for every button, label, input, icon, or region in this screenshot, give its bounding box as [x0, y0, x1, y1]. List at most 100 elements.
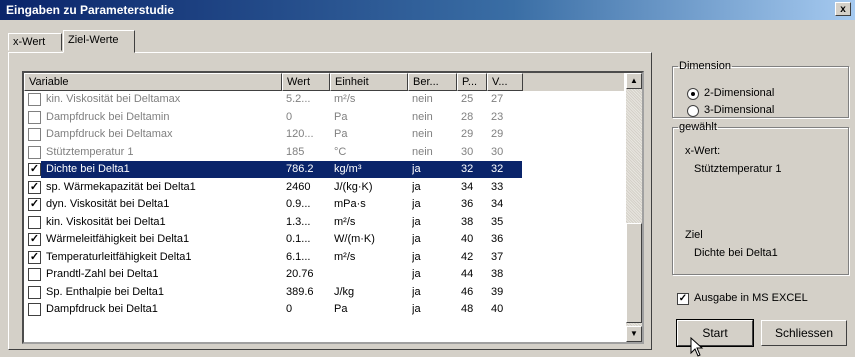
row-checkbox[interactable]: ✓ [28, 163, 41, 176]
cell-variable: Dichte bei Delta1 [46, 163, 130, 175]
cell-einheit: m²/s [334, 250, 356, 263]
cell-ber: nein [412, 145, 433, 158]
tab-ziel-werte[interactable]: Ziel-Werte [63, 30, 135, 53]
xwert-value: Stütztemperatur 1 [694, 163, 782, 175]
cell-wert: 1.3... [286, 215, 311, 228]
table-row[interactable]: Dampfdruck bei Delta1 0 Pa ja 48 40 [24, 301, 624, 319]
cell-ber: ja [412, 268, 421, 280]
table-row[interactable]: kin. Viskosität bei Delta1 1.3... m²/s ja 38… [24, 214, 624, 232]
dimension-legend: Dimension [679, 60, 731, 72]
cell-wert: 0 [286, 110, 293, 123]
cell-variable: Dampfdruck bei Deltamin [46, 110, 170, 123]
cell-ber: ja [412, 303, 421, 315]
cell-variable: Stütztemperatur 1 [46, 145, 134, 158]
row-checkbox[interactable] [28, 303, 41, 316]
column-header-variable[interactable]: Variable [24, 73, 282, 91]
column-header-einheit[interactable]: Einheit [330, 73, 408, 91]
row-checkbox[interactable] [28, 215, 41, 229]
cell-einheit: m²/s [334, 93, 356, 105]
table-row[interactable]: Dampfdruck bei Deltamin 0 Pa nein 28 23 [24, 109, 624, 127]
cell-p: 29 [461, 128, 474, 140]
row-checkbox[interactable] [28, 268, 41, 281]
row-checkbox[interactable] [28, 93, 41, 106]
cell-v: 23 [491, 110, 504, 123]
cell-variable: kin. Viskosität bei Delta1 [46, 215, 166, 228]
variables-list[interactable]: Variable Wert Einheit Ber... P... V... k… [22, 71, 644, 344]
cell-einheit: Pa [334, 303, 348, 315]
table-row[interactable]: Stütztemperatur 1 185 °C nein 30 30 [24, 144, 624, 162]
row-checkbox[interactable]: ✓ [28, 233, 41, 246]
selection-legend: gewählt [679, 121, 717, 133]
row-checkbox[interactable]: ✓ [28, 198, 41, 211]
cell-variable: Sp. Enthalpie bei Delta1 [46, 285, 165, 298]
row-checkbox[interactable]: ✓ [28, 250, 41, 264]
cell-variable: kin. Viskosität bei Deltamax [46, 93, 181, 105]
cell-v: 40 [491, 303, 504, 315]
radio-label: 2-Dimensional [704, 87, 775, 99]
mouse-cursor-icon [690, 337, 704, 357]
start-button[interactable]: Start [676, 319, 754, 347]
table-row[interactable]: ✓ Wärmeleitfähigkeit bei Delta1 0.1... W/(m… [24, 231, 624, 249]
row-checkbox[interactable] [28, 128, 41, 141]
close-button[interactable]: x [835, 2, 851, 16]
cell-v: 39 [491, 285, 504, 298]
row-checkbox[interactable] [28, 145, 41, 159]
cell-ber: ja [412, 285, 421, 298]
selection-group: gewählt x-Wert: Stütztemperatur 1 Ziel D… [672, 121, 849, 275]
column-header-wert[interactable]: Wert [282, 73, 330, 91]
cell-wert: 20.76 [286, 268, 314, 280]
cell-wert: 786.2 [286, 163, 314, 175]
cell-v: 32 [491, 163, 504, 175]
column-header-p[interactable]: P... [457, 73, 487, 91]
scroll-down-button[interactable]: ▼ [626, 326, 642, 342]
scroll-up-button[interactable]: ▲ [626, 73, 642, 89]
cell-v: 30 [491, 145, 504, 158]
radio-dot [687, 88, 699, 100]
column-header-ber[interactable]: Ber... [408, 73, 457, 91]
cell-einheit: °C [334, 145, 347, 158]
table-row[interactable]: ✓ sp. Wärmekapazität bei Delta1 2460 J/(kg·… [24, 179, 624, 197]
cell-ber: nein [412, 93, 433, 105]
table-row[interactable]: ✓ Dichte bei Delta1 786.2 kg/m³ ja 32 32 [24, 161, 624, 179]
cell-p: 36 [461, 198, 474, 210]
cell-p: 25 [461, 93, 474, 105]
title-bar: Eingaben zu Parameterstudie x [0, 0, 855, 20]
close-dialog-button[interactable]: Schliessen [761, 320, 847, 346]
cell-wert: 185 [286, 145, 305, 158]
table-row[interactable]: Prandtl-Zahl bei Delta1 20.76 ja 44 38 [24, 266, 624, 284]
cell-v: 37 [491, 250, 504, 263]
cell-variable: Temperaturleitfähigkeit Delta1 [46, 250, 192, 263]
tab-x-wert[interactable]: x-Wert [8, 33, 62, 51]
cell-p: 40 [461, 233, 474, 245]
row-checkbox[interactable] [28, 110, 41, 124]
cell-p: 32 [461, 163, 474, 175]
cell-variable: Prandtl-Zahl bei Delta1 [46, 268, 159, 280]
table-row[interactable]: kin. Viskosität bei Deltamax 5.2... m²/s ne… [24, 91, 624, 109]
radio-label: 3-Dimensional [704, 104, 775, 116]
table-row[interactable]: Dampfdruck bei Deltamax 120... Pa nein 29 29 [24, 126, 624, 144]
cell-ber: nein [412, 128, 433, 140]
table-row[interactable]: ✓ Temperaturleitfähigkeit Delta1 6.1... m²/… [24, 249, 624, 267]
table-row[interactable]: Sp. Enthalpie bei Delta1 389.6 J/kg ja 46 39 [24, 284, 624, 302]
list-rows: kin. Viskosität bei Deltamax 5.2... m²/s ne… [24, 91, 624, 319]
row-checkbox[interactable]: ✓ [28, 180, 41, 194]
row-checkbox[interactable] [28, 285, 41, 299]
cell-einheit: J/kg [334, 285, 355, 298]
cell-ber: ja [412, 163, 421, 175]
vertical-scrollbar[interactable]: ▲ ▼ [626, 73, 642, 342]
cell-einheit: m²/s [334, 215, 356, 228]
cell-v: 34 [491, 198, 504, 210]
column-header-v[interactable]: V... [487, 73, 523, 91]
cell-v: 36 [491, 233, 504, 245]
excel-output-label: Ausgabe in MS EXCEL [694, 292, 808, 304]
cell-p: 44 [461, 268, 474, 280]
cell-variable: dyn. Viskosität bei Delta1 [46, 198, 170, 210]
table-row[interactable]: ✓ dyn. Viskosität bei Delta1 0.9... mPa·s ja… [24, 196, 624, 214]
ziel-label: Ziel [685, 229, 703, 241]
scroll-thumb[interactable] [626, 223, 642, 323]
cell-einheit: kg/m³ [334, 163, 362, 175]
cell-wert: 389.6 [286, 285, 314, 298]
cell-v: 38 [491, 268, 504, 280]
cell-wert: 6.1... [286, 250, 311, 263]
cell-einheit: Pa [334, 128, 348, 140]
